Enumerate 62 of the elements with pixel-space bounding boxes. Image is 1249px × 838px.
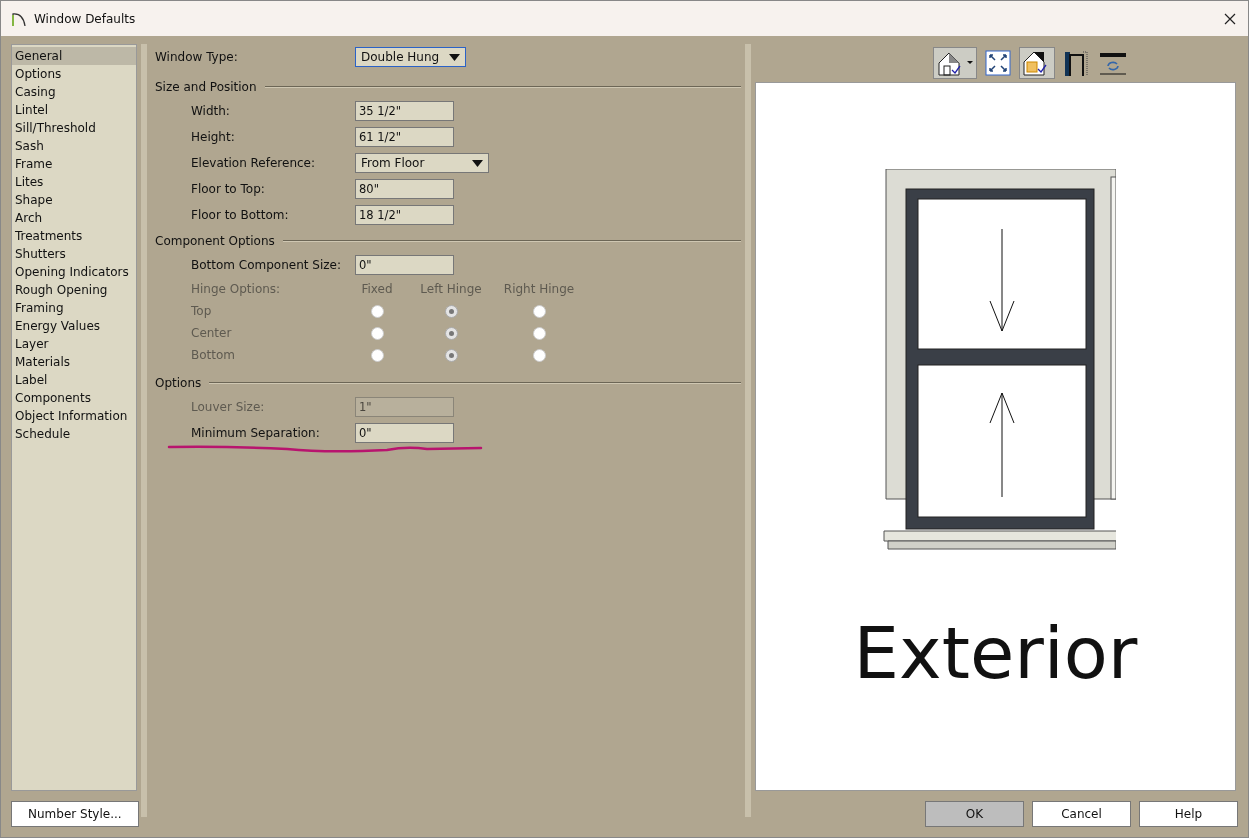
field-label: Window Type: [155,50,239,64]
category-item[interactable]: Shutters [12,245,136,263]
dialog-button[interactable]: OK [925,801,1024,827]
input-field[interactable]: 0" [355,423,454,443]
house-material-icon[interactable] [1018,47,1055,79]
window-title: Window Defaults [34,11,136,26]
category-item[interactable]: Opening Indicators [12,263,136,281]
house-check-icon[interactable] [932,47,977,79]
input-field[interactable]: 35 1/2" [355,101,454,121]
field-label: Hinge Options: [190,282,282,296]
section-title: Component Options [155,234,275,248]
dialog-button[interactable]: Help [1139,801,1238,827]
category-item[interactable]: Schedule [12,425,136,443]
field-label: Width: [190,104,231,118]
column-label: Fixed [360,282,394,296]
field-label: Louver Size: [190,400,266,414]
input-field[interactable]: 18 1/2" [355,205,454,225]
field-label: Floor to Bottom: [190,208,290,222]
dropdown-arrow-icon [472,159,483,167]
category-item[interactable]: Energy Values [12,317,136,335]
field-label: Elevation Reference: [190,156,317,170]
number-style-button[interactable]: Number Style... [11,801,139,827]
category-item[interactable]: Treatments [12,227,136,245]
section-title: Size and Position [155,80,257,94]
input-field[interactable]: 80" [355,179,454,199]
close-icon[interactable] [1224,12,1236,25]
field-label: Minimum Separation: [190,426,321,440]
section-title: Options [155,376,202,390]
category-item[interactable]: Options [12,65,136,83]
arch-icon [11,10,27,27]
category-item[interactable]: General [12,47,136,65]
category-item[interactable]: Arch [12,209,136,227]
category-item[interactable]: Frame [12,155,136,173]
category-item[interactable]: Layer [12,335,136,353]
category-item[interactable]: Rough Opening [12,281,136,299]
input-field[interactable]: 61 1/2" [355,127,454,147]
dialog-button[interactable]: Cancel [1032,801,1131,827]
category-item[interactable]: Framing [12,299,136,317]
column-label: Right Hinge [502,282,576,296]
category-item[interactable]: Components [12,389,136,407]
dropdown[interactable]: From Floor [355,153,489,173]
category-item[interactable]: Label [12,371,136,389]
category-item[interactable]: Object Information [12,407,136,425]
row-label: Bottom [190,348,236,362]
row-label: Center [190,326,233,340]
field-label: Floor to Top: [190,182,266,196]
category-item[interactable]: Sill/Threshold [12,119,136,137]
category-item[interactable]: Lintel [12,101,136,119]
category-item[interactable]: Sash [12,137,136,155]
field-label: Bottom Component Size: [190,258,342,272]
row-label: Top [190,304,213,318]
fit-view-icon[interactable] [982,48,1013,78]
dropdown-arrow-icon [449,53,460,61]
category-item[interactable]: Materials [12,353,136,371]
category-item[interactable]: Shape [12,191,136,209]
window-type-dropdown[interactable]: Double Hung [355,47,466,67]
field-label: Height: [190,130,236,144]
column-label: Left Hinge [419,282,483,296]
preview-caption: Exterior [853,617,1138,689]
input-field[interactable]: 0" [355,255,454,275]
category-item[interactable]: Casing [12,83,136,101]
category-item[interactable]: Lites [12,173,136,191]
